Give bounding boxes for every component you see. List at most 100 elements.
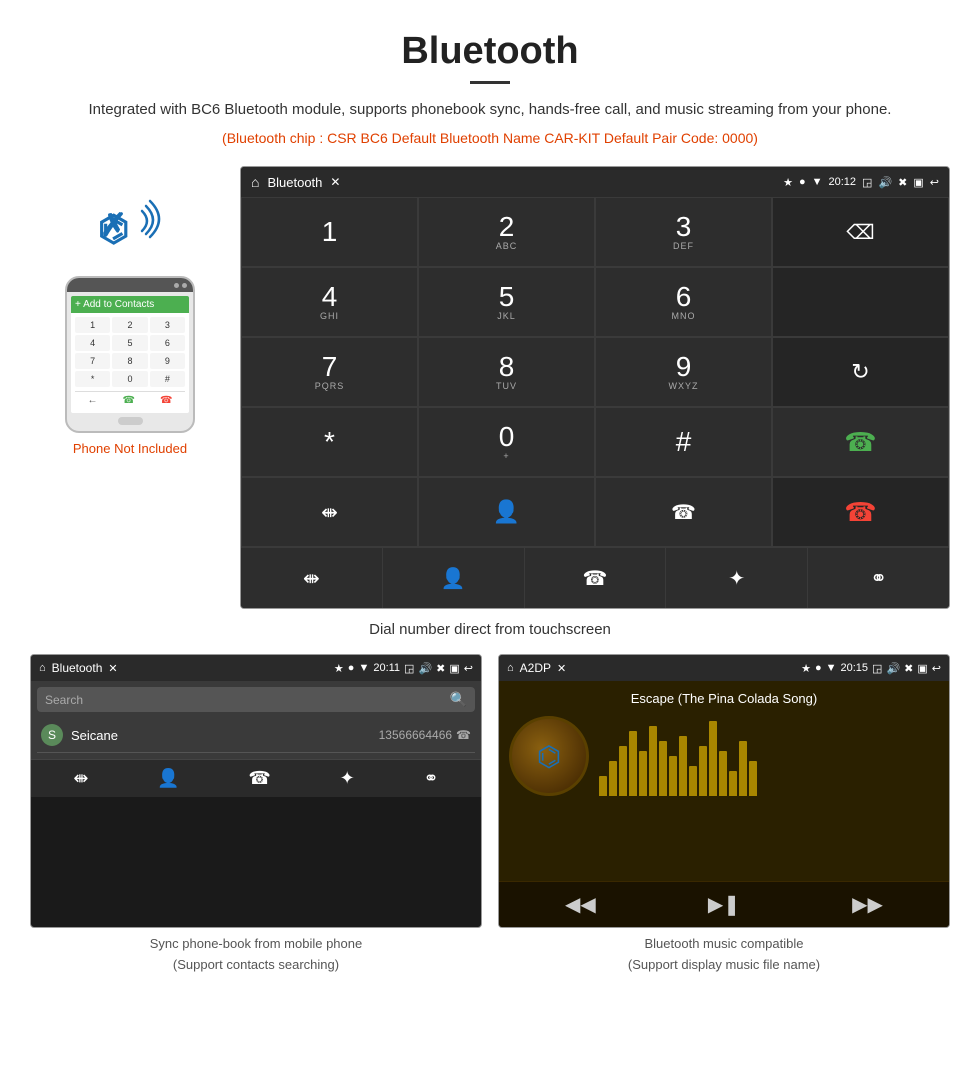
volume-icon[interactable]: 🔊 <box>878 176 892 189</box>
dial-key-9[interactable]: 9 WXYZ <box>595 337 772 407</box>
dial-person-icon[interactable]: 👤 <box>418 477 595 547</box>
phone-screen-header: + Add to Contacts <box>71 296 189 313</box>
dial-call-red[interactable]: ☎ <box>772 477 949 547</box>
pb-status-left: ⌂ Bluetooth ✕ <box>39 661 118 675</box>
status-left: ⌂ Bluetooth ✕ <box>251 174 340 190</box>
window-icon[interactable]: ▣ <box>913 176 923 189</box>
dial-link-btn[interactable]: ⚭ <box>808 548 949 608</box>
phone-key-9[interactable]: 9 <box>150 353 185 369</box>
prev-track-btn[interactable]: ◀◀ <box>565 892 596 917</box>
dial-key-6[interactable]: 6 MNO <box>595 267 772 337</box>
dial-phone-icon[interactable]: ☎ <box>595 477 772 547</box>
phone-end-btn[interactable]: ☎ <box>160 395 172 406</box>
music-win-icon[interactable]: ▣ <box>917 662 927 675</box>
phone-top-bar <box>67 278 193 292</box>
music-cam-icon[interactable]: ◲ <box>872 662 882 675</box>
phone-key-0[interactable]: 0 <box>112 371 147 387</box>
dial-call-green[interactable]: ☎ <box>772 407 949 477</box>
pb-status-right: ★ ● ▼ 20:11 ◲ 🔊 ✖ ▣ ↩ <box>334 662 473 675</box>
viz-bar-3 <box>619 746 627 796</box>
pb-win-icon[interactable]: ▣ <box>449 662 459 675</box>
dial-key-4[interactable]: 4 GHI <box>241 267 418 337</box>
phone-key-hash[interactable]: # <box>150 371 185 387</box>
header-description: Integrated with BC6 Bluetooth module, su… <box>60 98 920 122</box>
dial-key-0[interactable]: 0 + <box>418 407 595 477</box>
dial-bt-btn[interactable]: ✦ <box>666 548 808 608</box>
music-column: ⌂ A2DP ✕ ★ ● ▼ 20:15 ◲ 🔊 ✖ ▣ ↩ Es <box>498 654 950 976</box>
viz-bar-16 <box>749 761 757 796</box>
music-title-bar: A2DP <box>520 661 551 675</box>
pb-x-icon[interactable]: ✖ <box>436 662 445 675</box>
pb-grid-btn[interactable]: ⇼ <box>73 768 88 789</box>
back-icon[interactable]: ↩ <box>930 176 939 189</box>
pb-back-icon[interactable]: ↩ <box>464 662 473 675</box>
phone-key-4[interactable]: 4 <box>75 335 110 351</box>
music-loc-icon: ● <box>815 662 822 674</box>
search-icon: 🔍 <box>450 691 467 708</box>
phonebook-search[interactable]: Search 🔍 <box>37 687 475 712</box>
pb-vol-icon[interactable]: 🔊 <box>418 662 432 675</box>
dial-key-3[interactable]: 3 DEF <box>595 197 772 267</box>
camera-icon[interactable]: ◲ <box>862 176 872 189</box>
close-icon[interactable]: ✖ <box>898 176 907 189</box>
phone-key-6[interactable]: 6 <box>150 335 185 351</box>
next-track-btn[interactable]: ▶▶ <box>852 892 883 917</box>
pb-cam-icon[interactable]: ◲ <box>404 662 414 675</box>
phonebook-contact[interactable]: S Seicane 13566664466 ☎ <box>37 718 475 753</box>
phone-key-star[interactable]: * <box>75 371 110 387</box>
viz-bar-11 <box>699 746 707 796</box>
phone-key-2[interactable]: 2 <box>112 317 147 333</box>
album-art: ⌬ <box>509 716 589 796</box>
dial-grid-btn[interactable]: ⇼ <box>241 548 383 608</box>
phone-home-button[interactable] <box>118 417 143 425</box>
music-home-icon[interactable]: ⌂ <box>507 662 514 674</box>
viz-bar-10 <box>689 766 697 796</box>
pb-bt-btn[interactable]: ✦ <box>340 768 355 789</box>
music-x-icon[interactable]: ✖ <box>904 662 913 675</box>
location-icon: ● <box>799 176 806 188</box>
dial-grid-icon[interactable]: ⇼ <box>241 477 418 547</box>
dial-key-2[interactable]: 2 ABC <box>418 197 595 267</box>
music-vol-icon[interactable]: 🔊 <box>886 662 900 675</box>
dial-key-1[interactable]: 1 <box>241 197 418 267</box>
dial-cell-empty-2 <box>772 267 949 337</box>
viz-bar-2 <box>609 761 617 796</box>
contact-name: Seicane <box>71 728 379 743</box>
dial-key-7[interactable]: 7 PQRS <box>241 337 418 407</box>
phonebook-column: ⌂ Bluetooth ✕ ★ ● ▼ 20:11 ◲ 🔊 ✖ ▣ ↩ <box>30 654 482 976</box>
phone-call-btn[interactable]: ☎ <box>123 395 135 406</box>
dial-key-star[interactable]: * <box>241 407 418 477</box>
phone-key-3[interactable]: 3 <box>150 317 185 333</box>
status-right: ★ ● ▼ 20:12 ◲ 🔊 ✖ ▣ ↩ <box>783 176 939 189</box>
dial-call-btn[interactable]: ☎ <box>525 548 667 608</box>
dial-screen-title: Bluetooth <box>267 175 322 190</box>
bluetooth-icon: ✗ <box>100 206 127 244</box>
phone-key-8[interactable]: 8 <box>112 353 147 369</box>
home-icon[interactable]: ⌂ <box>251 174 259 190</box>
music-bt-icon: ★ <box>801 662 811 675</box>
pb-home-icon[interactable]: ⌂ <box>39 662 46 674</box>
viz-bar-15 <box>739 741 747 796</box>
middle-section: ✗ ⌬ + Add to Contacts 1 <box>0 166 980 609</box>
dial-statusbar: ⌂ Bluetooth ✕ ★ ● ▼ 20:12 ◲ 🔊 ✖ ▣ ↩ <box>241 167 949 197</box>
dial-key-hash[interactable]: # <box>595 407 772 477</box>
music-time: 20:15 <box>841 662 869 674</box>
dial-sync-cell[interactable]: ↻ <box>772 337 949 407</box>
pb-link-btn[interactable]: ⚭ <box>423 768 438 789</box>
viz-bar-8 <box>669 756 677 796</box>
pb-contacts-btn[interactable]: 👤 <box>157 768 179 789</box>
contact-call-icon[interactable]: ☎ <box>456 728 471 742</box>
dial-contacts-btn[interactable]: 👤 <box>383 548 525 608</box>
dial-key-8[interactable]: 8 TUV <box>418 337 595 407</box>
pb-handset-btn[interactable]: ☎ <box>248 768 270 789</box>
phone-back-btn[interactable]: ← <box>88 395 98 406</box>
phone-key-7[interactable]: 7 <box>75 353 110 369</box>
phone-key-5[interactable]: 5 <box>112 335 147 351</box>
phone-key-1[interactable]: 1 <box>75 317 110 333</box>
play-pause-btn[interactable]: ▶❚ <box>708 892 740 917</box>
call-red-icon: ☎ <box>844 497 876 528</box>
dial-key-5[interactable]: 5 JKL <box>418 267 595 337</box>
music-back-icon[interactable]: ↩ <box>932 662 941 675</box>
backspace-icon[interactable]: ⌫ <box>846 220 874 245</box>
phone-not-included-label: Phone Not Included <box>73 441 187 456</box>
